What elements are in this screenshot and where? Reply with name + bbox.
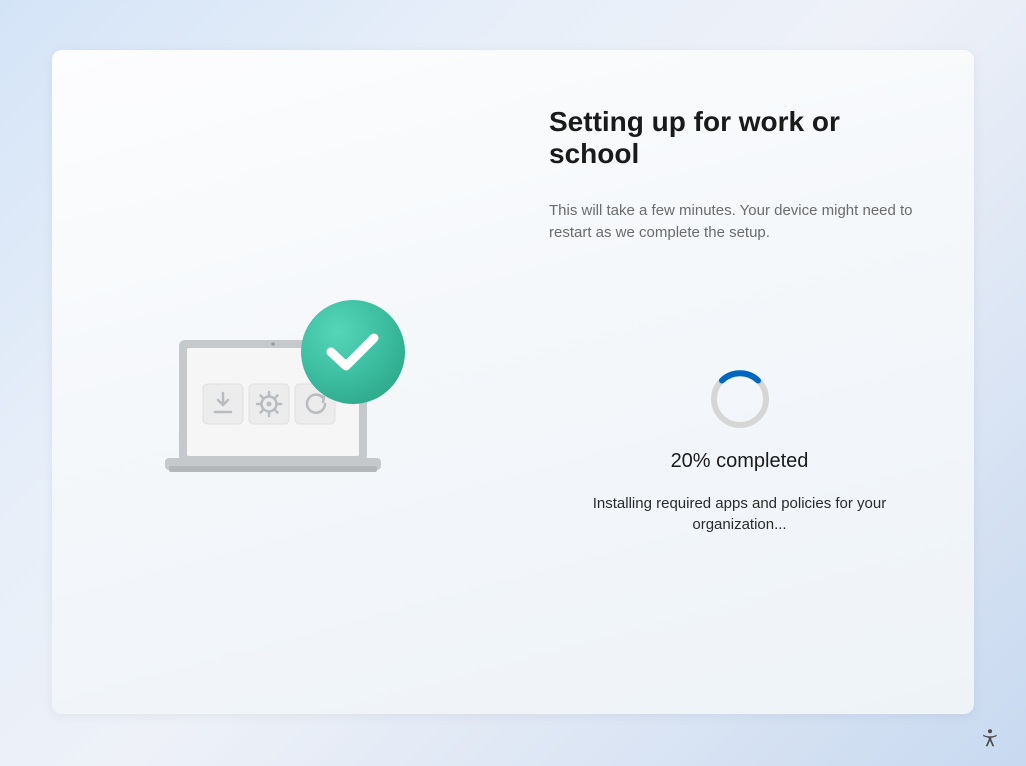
progress-label: 20% completed: [671, 450, 809, 473]
laptop-setup-illustration: [153, 300, 413, 500]
progress-status: Installing required apps and policies fo…: [580, 493, 900, 537]
download-icon: [203, 384, 243, 424]
accessibility-icon: [980, 728, 1000, 748]
page-title: Setting up for work or school: [549, 106, 930, 170]
gear-icon: [249, 384, 289, 424]
illustration-pane: [52, 50, 513, 714]
progress-section: 20% completed Installing required apps a…: [549, 368, 930, 537]
checkmark-badge-icon: [301, 300, 405, 404]
content-pane: Setting up for work or school This will …: [513, 50, 974, 714]
progress-spinner-icon: [709, 368, 771, 430]
page-subtitle: This will take a few minutes. Your devic…: [549, 200, 930, 244]
accessibility-button[interactable]: [974, 722, 1006, 754]
setup-dialog: Setting up for work or school This will …: [52, 50, 974, 714]
